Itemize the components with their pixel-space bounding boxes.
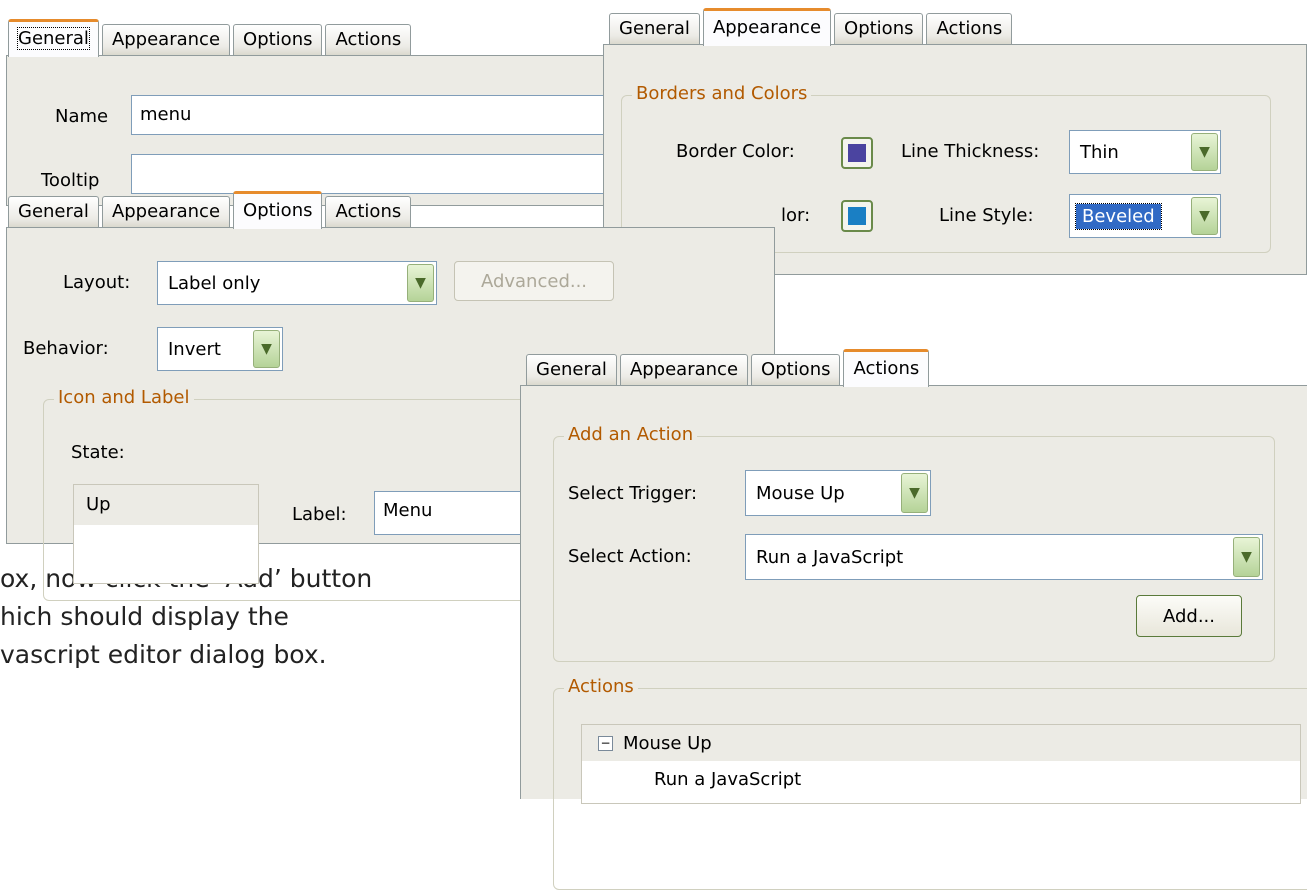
action-select[interactable]: Run a JavaScript ▼ (745, 534, 1263, 580)
chevron-down-icon[interactable]: ▼ (253, 330, 280, 368)
select-trigger-label: Select Trigger: (568, 483, 698, 504)
line-thickness-select[interactable]: Thin ▼ (1069, 130, 1221, 174)
border-color-label: Border Color: (676, 141, 795, 162)
tab-general[interactable]: General (8, 196, 99, 228)
tab-appearance[interactable]: Appearance (101, 24, 231, 56)
tab-general[interactable]: General (526, 354, 617, 386)
line-style-label: Line Style: (939, 205, 1034, 226)
border-color-picker[interactable] (841, 137, 873, 169)
layout-label: Layout: (63, 272, 131, 293)
collapse-icon[interactable]: − (598, 735, 613, 751)
tab-actions[interactable]: Actions (325, 24, 412, 56)
name-label: Name (55, 106, 109, 127)
general-panel: General Appearance Options Actions Name … (0, 16, 651, 206)
tab-options[interactable]: Options (834, 13, 924, 45)
tree-node-label: Mouse Up (623, 732, 712, 754)
line-thickness-label: Line Thickness: (901, 141, 1040, 162)
group-label: Icon and Label (54, 387, 194, 408)
tab-options[interactable]: Options (233, 24, 323, 56)
actions-tree[interactable]: − Mouse Up Run a JavaScript (581, 724, 1301, 804)
tab-strip: General Appearance Options Actions (8, 16, 414, 57)
tab-general[interactable]: General (609, 13, 700, 45)
general-tab-body: Name menu Tooltip (6, 55, 651, 206)
tab-options[interactable]: Options (233, 191, 323, 229)
layout-select[interactable]: Label only ▼ (157, 261, 437, 305)
chevron-down-icon[interactable]: ▼ (1191, 133, 1218, 171)
behavior-label: Behavior: (23, 338, 109, 359)
tab-actions[interactable]: Actions (926, 13, 1013, 45)
tab-general[interactable]: General (8, 19, 99, 57)
caption-line: vascript editor dialog box. (0, 640, 327, 669)
chevron-down-icon[interactable]: ▼ (407, 264, 434, 302)
label-label: Label: (292, 504, 347, 525)
tab-actions[interactable]: Actions (843, 349, 930, 387)
actions-tab-body: Add an Action Select Trigger: Mouse Up ▼ … (520, 385, 1307, 890)
tab-strip: General Appearance Options Actions (8, 188, 414, 229)
tab-appearance[interactable]: Appearance (702, 8, 832, 46)
group-label: Add an Action (564, 424, 698, 445)
tab-appearance[interactable]: Appearance (101, 196, 231, 228)
caption-line: hich should display the (0, 602, 289, 631)
fill-color-picker[interactable] (841, 200, 873, 232)
behavior-select[interactable]: Invert ▼ (157, 327, 283, 371)
tab-strip: General Appearance Options Actions (526, 346, 932, 387)
select-action-label: Select Action: (568, 546, 692, 567)
line-style-select[interactable]: Beveled ▼ (1069, 194, 1221, 238)
advanced-button[interactable]: Advanced... (454, 261, 614, 301)
tree-node[interactable]: − Mouse Up (582, 725, 1300, 761)
chevron-down-icon[interactable]: ▼ (1233, 537, 1260, 577)
fill-color-label: lor: (781, 205, 811, 226)
tab-appearance[interactable]: Appearance (619, 354, 749, 386)
tab-strip: General Appearance Options Actions (609, 5, 1015, 46)
actions-panel: General Appearance Options Actions Add a… (520, 346, 1307, 890)
state-label: State: (71, 442, 125, 463)
trigger-select[interactable]: Mouse Up ▼ (745, 470, 931, 516)
tree-child-label: Run a JavaScript (654, 768, 802, 790)
chevron-down-icon[interactable]: ▼ (1191, 197, 1218, 235)
tab-actions[interactable]: Actions (325, 196, 412, 228)
group-label: Borders and Colors (632, 83, 812, 104)
chevron-down-icon[interactable]: ▼ (901, 473, 928, 513)
name-field[interactable]: menu (131, 95, 651, 135)
add-action-button[interactable]: Add... (1136, 595, 1242, 637)
list-item[interactable]: Up (74, 485, 258, 525)
state-list[interactable]: Up (73, 484, 259, 584)
tab-options[interactable]: Options (751, 354, 841, 386)
group-label: Actions (564, 676, 638, 697)
tree-child[interactable]: Run a JavaScript (582, 761, 1300, 797)
